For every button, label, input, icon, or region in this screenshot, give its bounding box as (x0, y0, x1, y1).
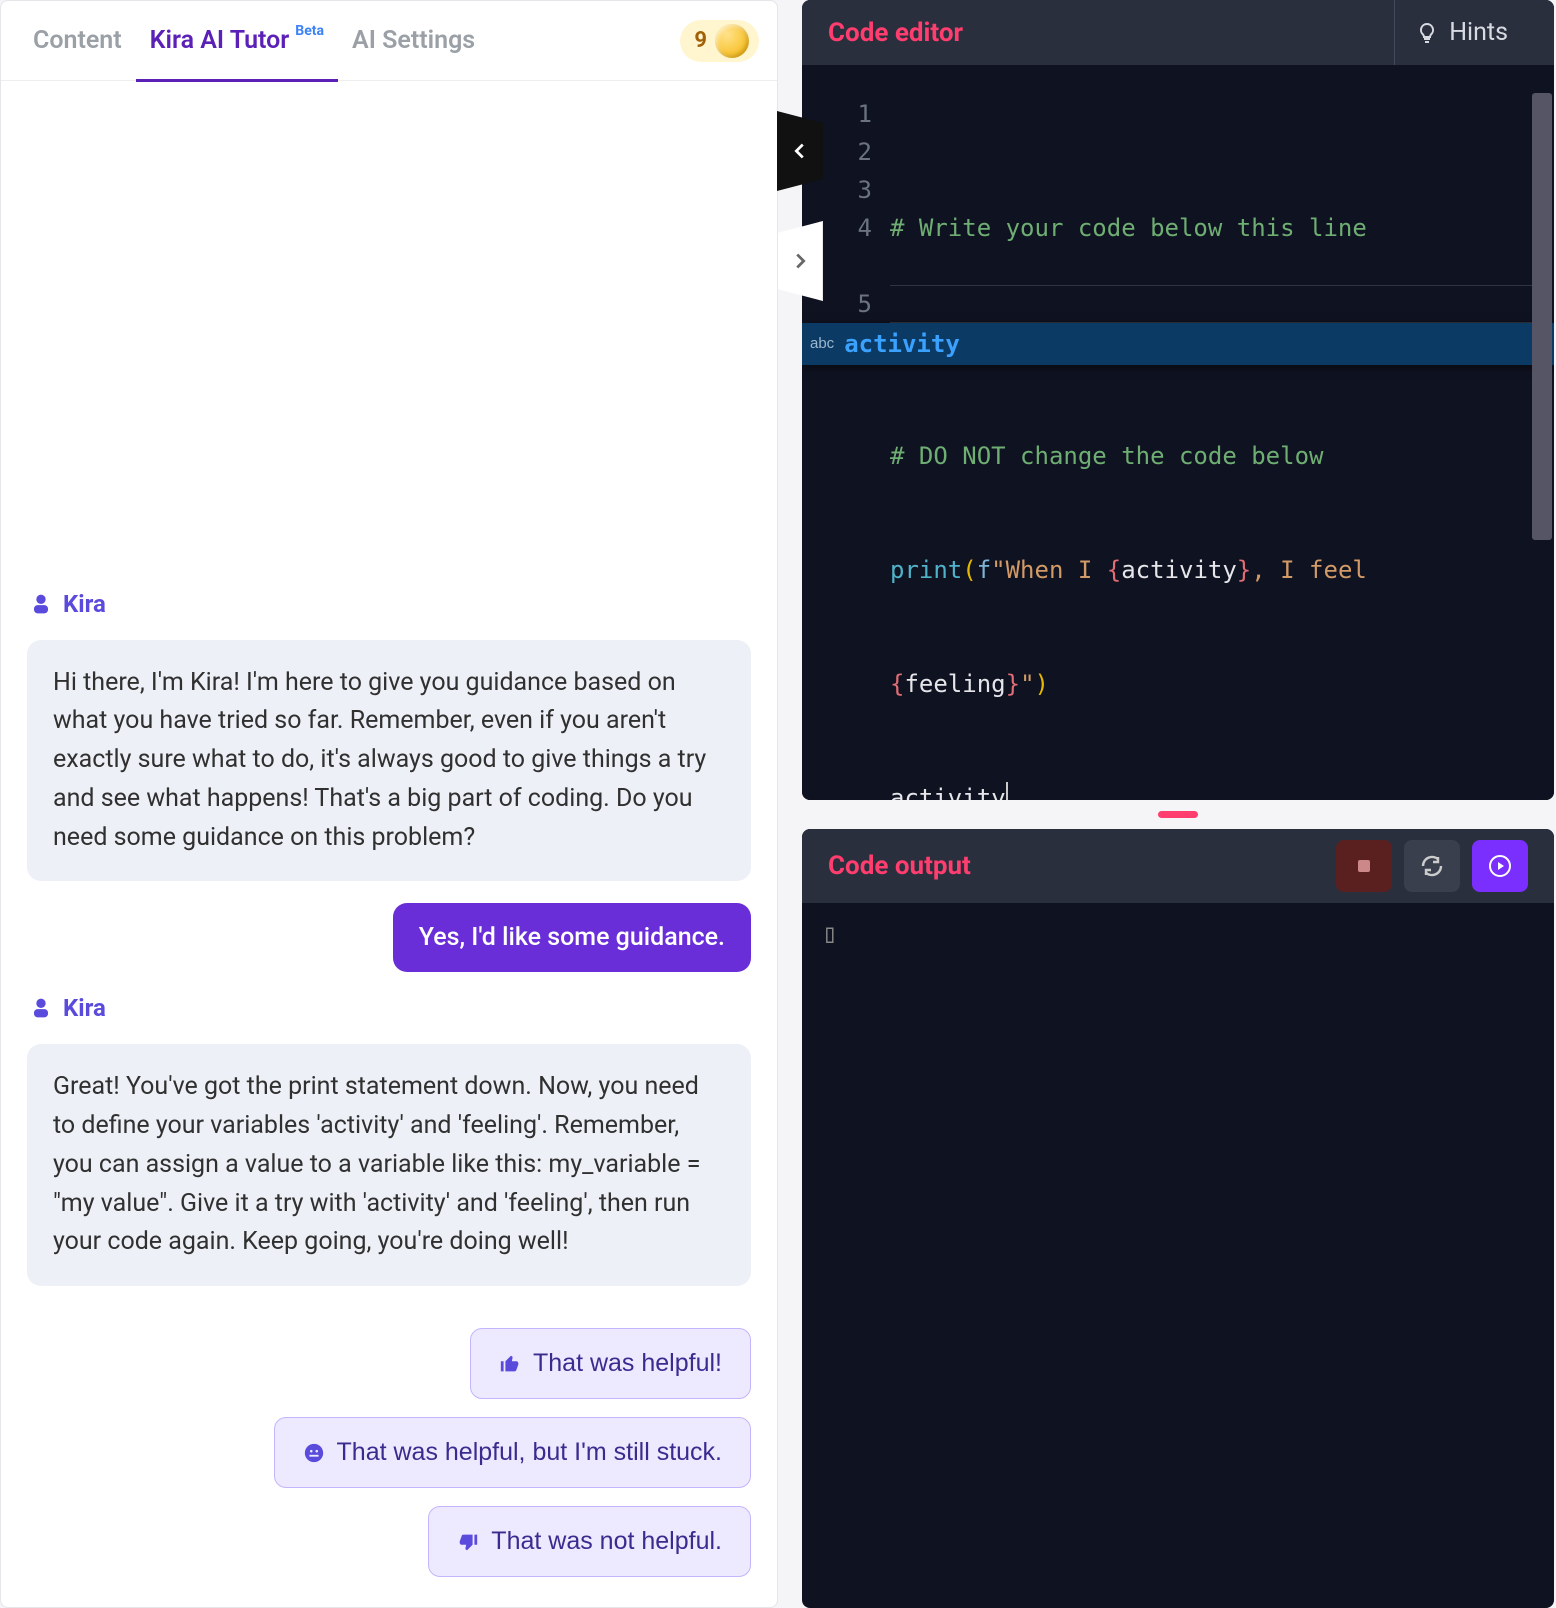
reply-stuck-button[interactable]: That was helpful, but I'm still stuck. (274, 1417, 751, 1488)
neutral-face-icon (303, 1442, 325, 1464)
reply-helpful-button[interactable]: That was helpful! (470, 1328, 751, 1399)
reply-stuck-label: That was helpful, but I'm still stuck. (337, 1438, 722, 1467)
editor-header: Code editor Hints (802, 0, 1554, 65)
code-comment: # DO NOT change the code below (890, 442, 1323, 470)
bot-icon (27, 590, 55, 618)
reply-not-helpful-button[interactable]: That was not helpful. (428, 1506, 751, 1577)
tab-content[interactable]: Content (19, 1, 136, 81)
hints-button[interactable]: Hints (1394, 0, 1528, 65)
typed-text: activity (890, 784, 1006, 800)
user-message-1: Yes, I'd like some guidance. (393, 903, 751, 972)
tab-ai-settings[interactable]: AI Settings (338, 1, 489, 81)
bot-message-1: Hi there, I'm Kira! I'm here to give you… (27, 640, 751, 882)
stop-button[interactable] (1336, 840, 1392, 892)
hints-label: Hints (1449, 18, 1508, 47)
code-output-panel: Code output ▯ (802, 829, 1554, 1608)
output-title: Code output (828, 851, 971, 881)
vertical-resize-handle[interactable] (1158, 811, 1198, 818)
refresh-icon (1420, 854, 1444, 878)
reply-not-helpful-label: That was not helpful. (491, 1527, 722, 1556)
autocomplete-suggestion: activity (844, 325, 960, 363)
code-editor-panel: Code editor Hints 1 2 3 4 . 5 # Write yo… (802, 0, 1554, 800)
code-editor[interactable]: 1 2 3 4 . 5 # Write your code below this… (802, 65, 1554, 800)
bot-name-2: Kira (63, 994, 106, 1022)
output-toolbar (1336, 840, 1528, 892)
coin-count: 9 (694, 28, 707, 53)
right-column: Code editor Hints 1 2 3 4 . 5 # Write yo… (802, 0, 1556, 1608)
thumbs-down-icon (457, 1531, 479, 1553)
code-comment: # Write your code below this line (890, 214, 1367, 242)
autocomplete-popup[interactable]: abc activity (802, 323, 1554, 365)
editor-title: Code editor (828, 18, 963, 48)
reset-button[interactable] (1404, 840, 1460, 892)
reply-helpful-label: That was helpful! (533, 1349, 722, 1378)
play-icon (1488, 854, 1512, 878)
collapse-left-handle[interactable] (777, 111, 823, 191)
coin-counter[interactable]: 9 (680, 20, 759, 62)
stop-icon (1352, 854, 1376, 878)
text-cursor (1006, 782, 1008, 800)
beta-badge: Beta (295, 23, 324, 39)
bot-icon (27, 994, 55, 1022)
bot-author-1: Kira (27, 590, 751, 618)
thumbs-up-icon (499, 1353, 521, 1375)
output-header: Code output (802, 829, 1554, 903)
autocomplete-kind: abc (810, 325, 834, 363)
tab-kira-tutor[interactable]: Kira AI Tutor Beta (136, 1, 338, 81)
tabs-bar: Content Kira AI Tutor Beta AI Settings 9 (1, 1, 777, 81)
run-button[interactable] (1472, 840, 1528, 892)
lightbulb-icon (1415, 21, 1439, 45)
collapse-right-handle[interactable] (777, 221, 823, 301)
tab-kira-label: Kira AI Tutor (150, 26, 290, 55)
code-content[interactable]: # Write your code below this line # DO N… (890, 65, 1554, 800)
bot-message-2: Great! You've got the print statement do… (27, 1044, 751, 1286)
chat-area: Kira Hi there, I'm Kira! I'm here to giv… (1, 81, 777, 1607)
coin-icon (715, 24, 749, 58)
editor-scrollbar[interactable] (1532, 93, 1552, 800)
bot-author-2: Kira (27, 994, 751, 1022)
output-body: ▯ (802, 903, 1554, 1608)
quick-replies: That was helpful! That was helpful, but … (27, 1328, 751, 1577)
tutor-panel: Content Kira AI Tutor Beta AI Settings 9… (0, 0, 778, 1608)
output-cursor: ▯ (822, 919, 838, 949)
bot-name-1: Kira (63, 590, 106, 618)
